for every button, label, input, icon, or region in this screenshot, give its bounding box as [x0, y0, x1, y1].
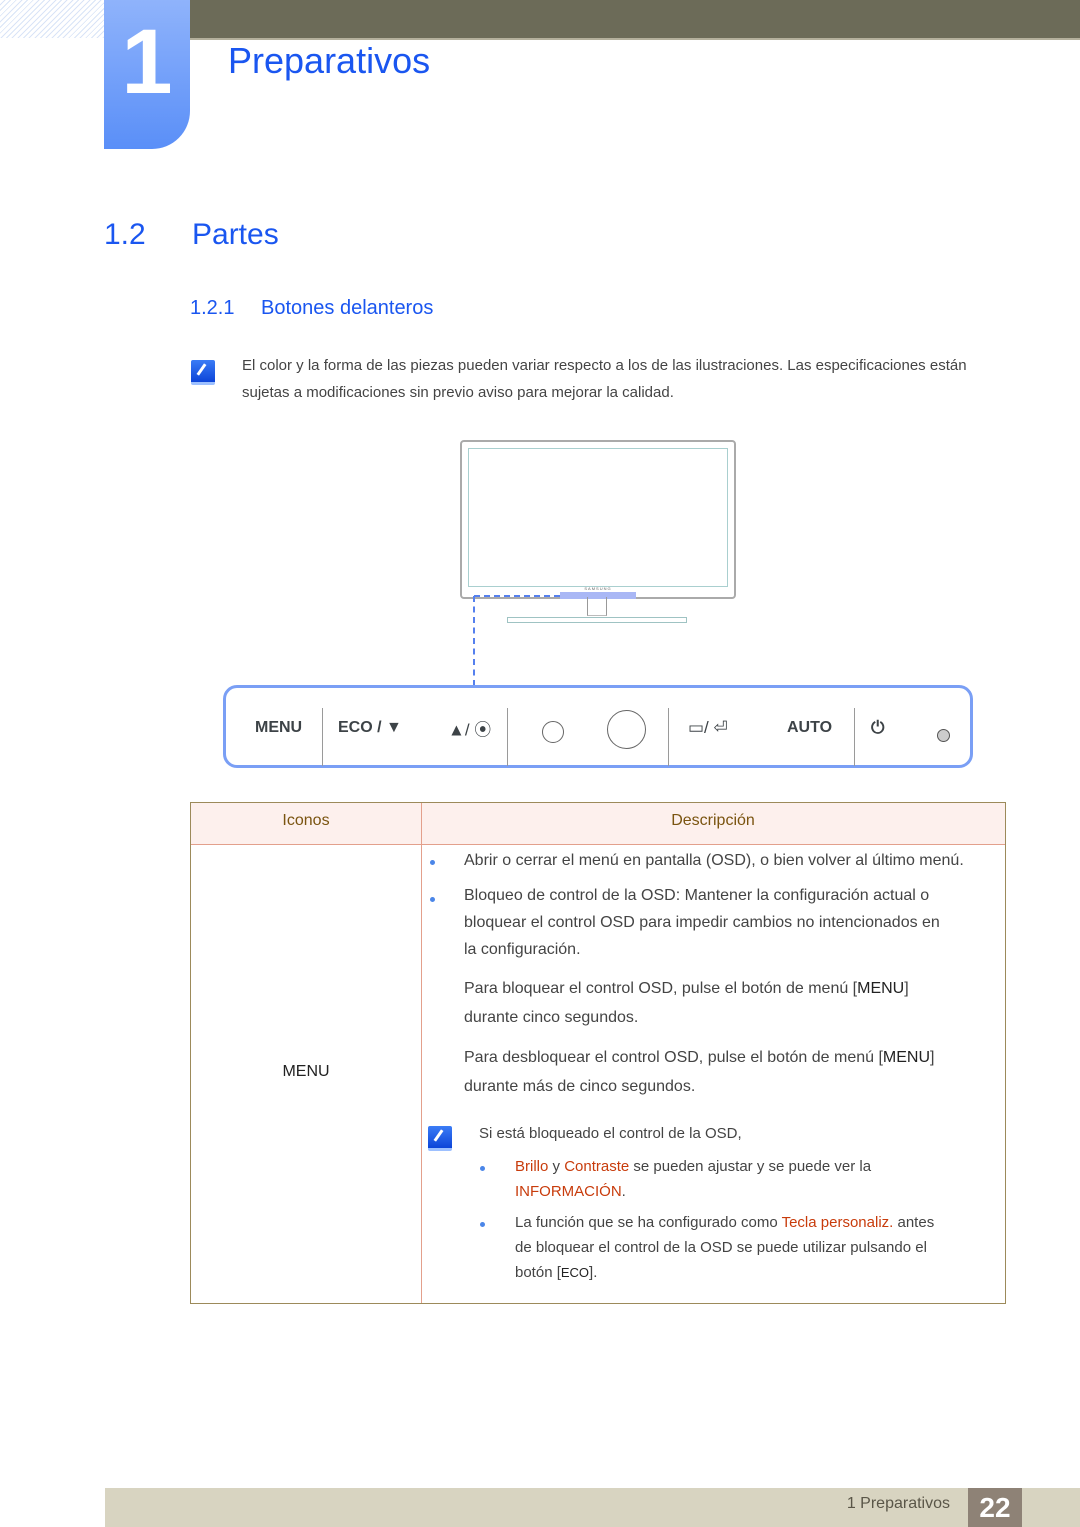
note-sub-2-line-2: de bloquear el control de la OSD se pued…: [515, 1239, 927, 1256]
icon-cell-menu: MENU: [282, 1063, 330, 1080]
bracket: ]: [904, 980, 909, 997]
sensor-circle-icon: [542, 721, 564, 743]
lock-text: Para bloquear el control OSD, pulse el b…: [464, 980, 858, 997]
note-text: El color y la forma de las piezas pueden…: [242, 357, 967, 401]
chapter-tab: 1: [104, 0, 190, 149]
desc-bullet-2-line-1: Bloqueo de control de la OSD: Mantener l…: [464, 887, 930, 904]
contraste-term: Contraste: [564, 1158, 630, 1175]
eco-down-button[interactable]: ECO / ▼: [338, 719, 402, 737]
front-button-panel: MENU ECO / ▼ ▲/ ⦿ ▭/ ⏎ AUTO ⏻: [223, 685, 973, 768]
footer-chapter-label: 1 Preparativos: [846, 1495, 950, 1512]
note-sub-2: La función que se ha configurado como Te…: [515, 1209, 934, 1236]
page-number: 22: [968, 1488, 1022, 1527]
menu-key: MENU: [882, 1049, 931, 1066]
divider: [854, 708, 855, 766]
brillo-term: Brillo: [515, 1158, 549, 1175]
desc-bullet-1: Abrir o cerrar el menú en pantalla (OSD)…: [464, 852, 964, 869]
bullet: [430, 897, 435, 902]
note-sub-1: Brillo y Contraste se pueden ajustar y s…: [515, 1153, 871, 1180]
desc-bullet-2-line-2: bloquear el control OSD para impedir cam…: [464, 914, 940, 931]
eco-key: ECO: [560, 1265, 590, 1280]
monitor-brand: SAMSUNG: [584, 586, 612, 591]
chapter-title: Preparativos: [228, 40, 431, 81]
section-number: 1.2: [104, 218, 146, 251]
bracket: ]: [930, 1049, 935, 1066]
window-enter-button[interactable]: ▭/ ⏎: [688, 718, 728, 738]
note-pencil-icon: [428, 1126, 452, 1151]
text: antes: [893, 1214, 935, 1231]
unlock-text: Para desbloquear el control OSD, pulse e…: [464, 1049, 883, 1066]
note-intro: Si está bloqueado el control de la OSD,: [479, 1125, 742, 1142]
power-button[interactable]: ⏻: [871, 718, 884, 738]
menu-button[interactable]: MENU: [255, 719, 302, 737]
menu-key: MENU: [857, 980, 905, 997]
chapter-number: 1: [121, 11, 173, 113]
divider: [668, 708, 669, 766]
note-sub-1-line-2: INFORMACIÓN.: [515, 1178, 626, 1205]
tecla-personaliz-term: Tecla personaliz.: [781, 1214, 894, 1231]
callout-line-vertical: [473, 596, 475, 686]
power-led-icon: [937, 729, 950, 742]
callout-line: [474, 595, 560, 597]
text: y: [548, 1158, 565, 1175]
text: se pueden ajustar y se puede ver la: [629, 1158, 872, 1175]
bullet: [480, 1166, 485, 1171]
desc-lock-para-line-2: durante cinco segundos.: [464, 1009, 639, 1026]
desc-bullet-2-line-3: la configuración.: [464, 941, 581, 958]
section-title: Partes: [192, 218, 279, 251]
auto-button[interactable]: AUTO: [787, 719, 832, 737]
monitor-neck: [587, 597, 607, 616]
monitor-base: [507, 617, 687, 623]
note-pencil-icon: [191, 360, 215, 385]
header-descripcion: Descripción: [671, 812, 755, 829]
bullet: [480, 1222, 485, 1227]
note-sub-2-line-3: botón [ECO].: [515, 1259, 597, 1286]
decorative-hatch: [0, 0, 104, 38]
subsection-title: Botones delanteros: [261, 297, 434, 319]
header-bar: [190, 0, 1080, 40]
up-source-button[interactable]: ▲/ ⦿: [448, 716, 491, 741]
text: .: [621, 1183, 626, 1200]
text: ].: [589, 1264, 598, 1281]
divider: [322, 708, 323, 766]
subsection-number: 1.2.1: [190, 297, 235, 319]
joystick-circle-icon: [607, 710, 646, 749]
informacion-term: INFORMACIÓN: [515, 1183, 622, 1200]
text: La función que se ha configurado como: [515, 1214, 782, 1231]
header-iconos: Iconos: [282, 812, 330, 829]
table-header-border: [191, 844, 1005, 845]
monitor-screen: [468, 448, 728, 587]
desc-unlock-para: Para desbloquear el control OSD, pulse e…: [464, 1044, 934, 1071]
text: botón [: [515, 1264, 561, 1281]
desc-lock-para: Para bloquear el control OSD, pulse el b…: [464, 975, 909, 1002]
divider: [507, 708, 508, 766]
bullet: [430, 860, 435, 865]
table-column-divider: [421, 803, 422, 1303]
desc-unlock-para-line-2: durante más de cinco segundos.: [464, 1078, 696, 1095]
monitor-illustration: SAMSUNG: [460, 440, 736, 599]
